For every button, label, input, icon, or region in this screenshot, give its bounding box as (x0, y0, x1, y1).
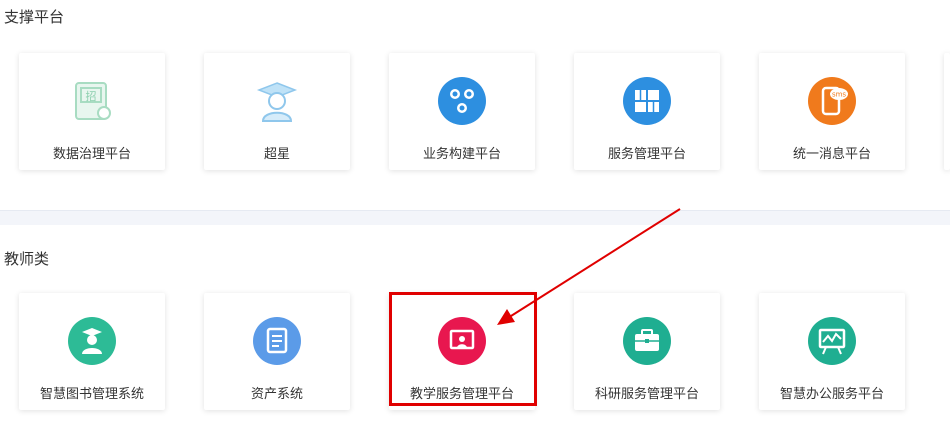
card-label: 科研服务管理平台 (594, 387, 699, 402)
card-research-service-platform[interactable]: 科研服务管理平台 (574, 293, 720, 410)
highlight-box-annotation (389, 292, 537, 406)
card-chaoxing[interactable]: 超星 (204, 53, 350, 170)
asset-document-icon (253, 317, 301, 365)
svg-text:招: 招 (86, 89, 97, 103)
card-service-management-platform[interactable]: 服务管理平台 (574, 53, 720, 170)
sms-badge-text: sms (832, 91, 846, 99)
card-data-governance-platform[interactable]: 招 数据治理平台 (19, 53, 165, 170)
boxes-icon (623, 77, 671, 125)
card-business-build-platform[interactable]: 业务构建平台 (389, 53, 535, 170)
card-partial-offscreen[interactable] (944, 53, 950, 170)
card-label: 统一消息平台 (792, 147, 871, 162)
section-title-teacher: 教师类 (4, 250, 50, 268)
card-smart-office-platform[interactable]: 智慧办公服务平台 (759, 293, 905, 410)
graduate-icon (256, 82, 298, 122)
card-label: 智慧办公服务平台 (779, 387, 884, 402)
card-label: 服务管理平台 (607, 147, 686, 162)
card-label: 智慧图书管理系统 (39, 387, 144, 402)
card-label: 超星 (263, 147, 290, 162)
card-label: 业务构建平台 (422, 147, 501, 162)
card-smart-library-system[interactable]: 智慧图书管理系统 (19, 293, 165, 410)
card-label: 资产系统 (250, 387, 303, 402)
sms-phone-icon: sms (808, 77, 856, 125)
briefcase-icon (623, 317, 671, 365)
card-asset-system[interactable]: 资产系统 (204, 293, 350, 410)
card-unified-message-platform[interactable]: sms 统一消息平台 (759, 53, 905, 170)
office-board-icon (808, 317, 856, 365)
librarian-icon (68, 317, 116, 365)
users-network-icon (438, 77, 486, 125)
certificate-icon: 招 (75, 82, 111, 120)
section-title-support-platform: 支撑平台 (4, 8, 65, 26)
section-divider (0, 210, 950, 225)
card-label: 数据治理平台 (52, 147, 131, 162)
